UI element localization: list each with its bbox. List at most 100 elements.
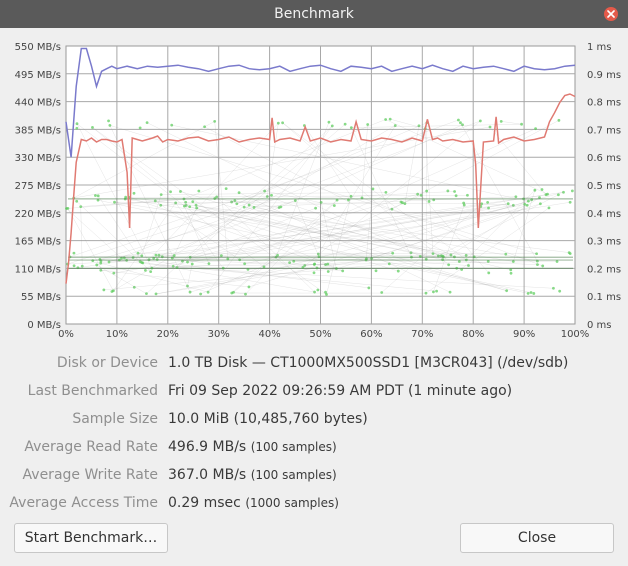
- y-right-tick-label: 0.6 ms: [587, 153, 621, 164]
- y-right-tick-label: 0.4 ms: [587, 209, 621, 220]
- x-tick-label: 0%: [58, 329, 74, 340]
- access-time-point: [138, 126, 142, 130]
- access-time-point: [188, 205, 192, 209]
- write-rate-value: 367.0 MB/s: [168, 467, 247, 483]
- access-time-point: [237, 191, 241, 195]
- access-time-point: [534, 127, 537, 131]
- access-time-point: [391, 251, 395, 255]
- access-time-point: [312, 263, 316, 266]
- access-time-point: [141, 261, 145, 265]
- info-value-write-rate: 367.0 MB/s (100 samples): [168, 464, 337, 486]
- y-right-tick-label: 1 ms: [587, 42, 612, 53]
- access-time-point: [384, 190, 388, 194]
- access-time-point: [190, 262, 194, 266]
- access-time-point: [380, 291, 384, 294]
- access-time-point: [466, 193, 469, 197]
- close-window-icon[interactable]: [604, 7, 618, 21]
- access-time-point: [107, 119, 110, 123]
- access-time-point: [526, 291, 530, 295]
- access-time-point: [149, 270, 153, 274]
- access-time-point: [371, 187, 375, 191]
- info-label-last-benchmarked: Last Benchmarked: [27, 383, 158, 399]
- access-time-point: [144, 268, 147, 272]
- x-tick-label: 60%: [360, 329, 382, 340]
- access-time-point: [374, 269, 378, 273]
- y-left-tick-label: 0 MB/s: [27, 320, 61, 331]
- access-time-point: [224, 187, 228, 191]
- access-time-point: [526, 199, 530, 203]
- info-row-last-benchmarked: Last Benchmarked Fri 09 Sep 2022 09:26:5…: [0, 380, 628, 402]
- info-label-device: Disk or Device: [56, 355, 158, 371]
- access-time-point: [538, 202, 542, 206]
- access-time-point: [219, 254, 223, 258]
- y-right-tick-label: 0 ms: [587, 320, 612, 331]
- access-time-point: [66, 206, 70, 210]
- close-button[interactable]: Close: [460, 523, 614, 553]
- y-right-tick-label: 0.9 ms: [587, 70, 621, 81]
- start-benchmark-button[interactable]: Start Benchmark…: [14, 523, 168, 553]
- y-left-tick-label: 165 MB/s: [15, 237, 61, 248]
- info-row-access-time: Average Access Time 0.29 msec (1000 samp…: [0, 492, 628, 514]
- info-label-write-rate: Average Write Rate: [22, 467, 158, 483]
- y-left-tick-label: 550 MB/s: [15, 42, 61, 53]
- access-time-point: [447, 263, 451, 267]
- benchmark-chart: 0 MB/s 55 MB/s 110 MB/s 165 MB/s 220 MB/s 275…: [0, 28, 628, 340]
- info-value-read-rate: 496.9 MB/s (100 samples): [168, 436, 337, 458]
- x-tick-label: 80%: [462, 329, 484, 340]
- read-rate-value: 496.9 MB/s: [168, 439, 247, 455]
- access-time-point: [197, 189, 201, 193]
- info-value-access-time: 0.29 msec (1000 samples): [168, 492, 339, 514]
- benchmark-window: Benchmark 0 MB/s 55 MB/s 110 MB/s 165 MB/s 2…: [0, 0, 628, 566]
- access-time-point: [326, 262, 330, 266]
- access-time-point: [453, 190, 456, 193]
- info-row-device: Disk or Device 1.0 TB Disk — CT1000MX500…: [0, 352, 628, 374]
- y-right-tick-label: 0.1 ms: [587, 292, 621, 303]
- access-time-point: [184, 200, 188, 204]
- access-time-point: [186, 260, 189, 264]
- access-time-point: [509, 271, 513, 275]
- y-right-tick-label: 0.5 ms: [587, 181, 621, 192]
- y-right-tick-label: 0.2 ms: [587, 264, 621, 275]
- x-tick-label: 10%: [106, 329, 128, 340]
- access-time-point: [332, 204, 336, 207]
- access-time-point: [95, 263, 99, 267]
- access-time-point: [487, 271, 491, 275]
- access-time-point: [425, 189, 429, 193]
- write-rate-samples: (100 samples): [250, 468, 337, 482]
- access-time-point: [532, 292, 536, 295]
- access-time-point: [107, 260, 111, 264]
- access-time-point: [464, 253, 468, 257]
- access-time-point: [179, 190, 182, 193]
- access-time-point: [541, 264, 545, 268]
- y-left-tick-label: 495 MB/s: [15, 70, 61, 81]
- y-left-tick-label: 55 MB/s: [21, 292, 61, 303]
- access-time-point: [75, 126, 79, 130]
- access-time-point: [486, 201, 490, 204]
- info-row-read-rate: Average Read Rate 496.9 MB/s (100 sample…: [0, 436, 628, 458]
- access-time-point: [191, 200, 195, 203]
- y-right-tick-label: 0.8 ms: [587, 98, 621, 109]
- access-time-point: [499, 119, 503, 123]
- info-value-last-benchmarked: Fri 09 Sep 2022 09:26:59 AM PDT (1 minut…: [168, 383, 513, 399]
- window-title: Benchmark: [274, 6, 354, 22]
- x-tick-label: 30%: [208, 329, 230, 340]
- access-time-point: [343, 122, 347, 126]
- access-time-samples: (1000 samples): [245, 496, 339, 510]
- y-left-tick-label: 440 MB/s: [15, 98, 61, 109]
- y-left-tick-label: 385 MB/s: [15, 125, 61, 136]
- title-bar: Benchmark: [0, 0, 628, 28]
- access-time-point: [525, 203, 529, 207]
- y-left-tick-label: 275 MB/s: [15, 181, 61, 192]
- access-time-point: [427, 200, 431, 203]
- access-time-point: [388, 117, 392, 121]
- info-row-write-rate: Average Write Rate 367.0 MB/s (100 sampl…: [0, 464, 628, 486]
- access-time-point: [270, 193, 273, 197]
- access-time-point: [403, 202, 407, 206]
- read-rate-samples: (100 samples): [250, 440, 337, 454]
- info-label-sample-size: Sample Size: [72, 411, 158, 427]
- y-left-tick-label: 110 MB/s: [15, 264, 61, 275]
- access-time-point: [459, 121, 462, 125]
- info-value-device: 1.0 TB Disk — CT1000MX500SSD1 [M3CR043] …: [168, 355, 569, 371]
- access-time-point: [540, 188, 544, 191]
- access-time-point: [454, 194, 458, 198]
